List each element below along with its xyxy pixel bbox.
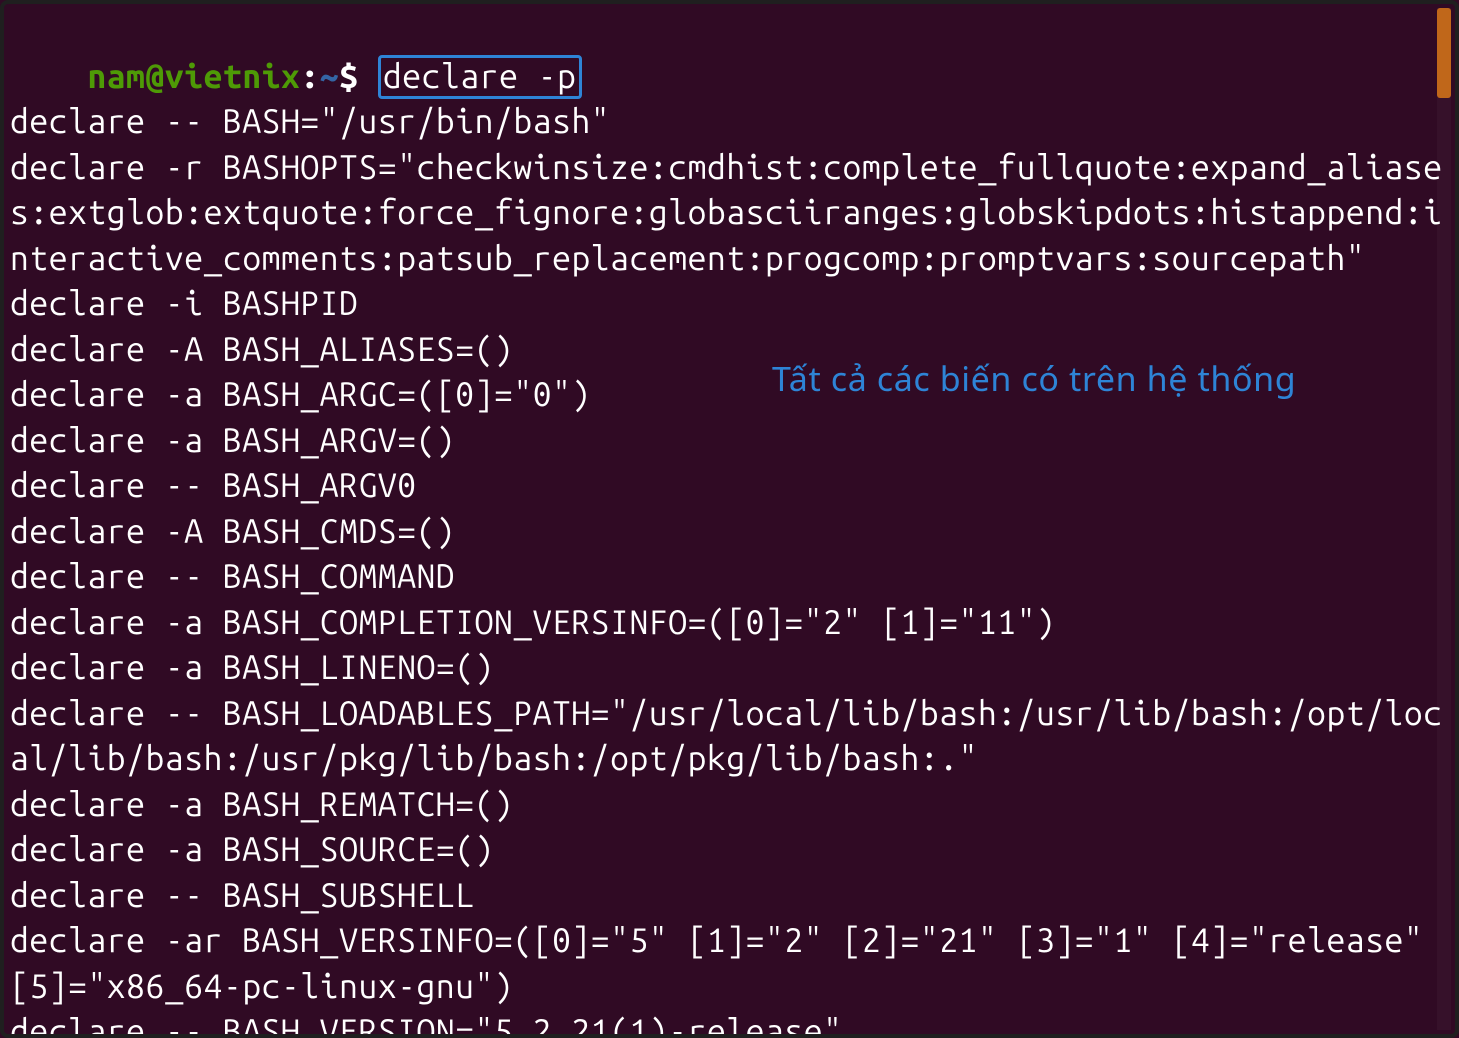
terminal-viewport[interactable]: nam@vietnix:~$ declare -p declare -- BAS… — [4, 4, 1455, 1034]
prompt-line: nam@vietnix:~$ declare -p — [87, 58, 581, 95]
terminal-window: nam@vietnix:~$ declare -p declare -- BAS… — [0, 0, 1459, 1038]
command-highlight: declare -p — [378, 55, 582, 99]
scrollbar-track[interactable] — [1437, 8, 1451, 1030]
scrollbar-thumb[interactable] — [1437, 8, 1451, 98]
annotation-label: Tất cả các biến có trên hệ thống — [772, 356, 1296, 402]
prompt-user-host: nam@vietnix — [87, 58, 300, 95]
prompt-dollar: $ — [339, 58, 378, 95]
prompt-path: ~ — [320, 58, 339, 95]
terminal-output: declare -- BASH="/usr/bin/bash" declare … — [10, 103, 1443, 1034]
prompt-colon: : — [300, 58, 319, 95]
